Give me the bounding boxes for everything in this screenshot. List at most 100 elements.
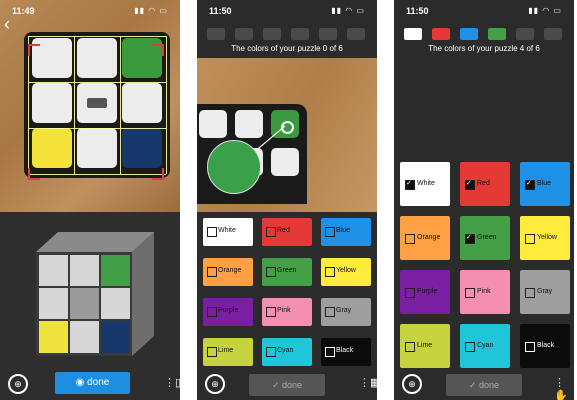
checkbox[interactable] bbox=[266, 347, 276, 357]
scan-grid-line bbox=[74, 36, 75, 174]
color-option-yellow[interactable]: Yellow bbox=[321, 258, 371, 286]
signal-icons: ▮▮ ◠ ▭ bbox=[528, 6, 562, 15]
color-option-red[interactable]: Red bbox=[460, 162, 510, 206]
cube-3d-preview[interactable] bbox=[30, 226, 154, 356]
color-option-gray[interactable]: Gray bbox=[321, 298, 371, 326]
done-label: done bbox=[87, 377, 110, 388]
color-label: Black bbox=[336, 347, 354, 354]
color-option-black[interactable]: Black bbox=[520, 324, 570, 368]
sticker bbox=[122, 83, 162, 123]
done-label: done bbox=[479, 380, 500, 390]
color-option-blue[interactable]: Blue bbox=[321, 218, 371, 246]
zoom-icon[interactable]: ⊕ bbox=[8, 374, 28, 394]
back-arrow-icon[interactable]: ‹ bbox=[4, 14, 10, 35]
center-sticker-logo bbox=[77, 83, 117, 123]
zoom-icon[interactable]: ⊕ bbox=[402, 374, 422, 394]
sticker bbox=[77, 128, 117, 168]
checkbox[interactable] bbox=[525, 342, 535, 352]
color-setup-progress-screen: 11:50 ▮▮ ◠ ▭ The colors of your puzzle 4… bbox=[394, 0, 574, 400]
checkbox[interactable] bbox=[325, 227, 335, 237]
checkbox[interactable] bbox=[207, 227, 217, 237]
checkbox[interactable] bbox=[266, 267, 276, 277]
scan-corner bbox=[28, 44, 40, 56]
color-label: Cyan bbox=[477, 342, 494, 349]
checked-checkbox[interactable] bbox=[525, 179, 535, 190]
sticker bbox=[122, 128, 162, 168]
color-swatch bbox=[516, 28, 534, 40]
color-option-lime[interactable]: Lime bbox=[400, 324, 450, 368]
puzzle-colors-heading: The colors of your puzzle 4 of 6 bbox=[428, 44, 540, 53]
scan-grid-line bbox=[120, 36, 121, 174]
sample-target-icon[interactable] bbox=[281, 121, 294, 134]
color-option-red[interactable]: Red bbox=[262, 218, 312, 246]
color-option-lime[interactable]: Lime bbox=[203, 338, 253, 366]
cube-face-photo bbox=[24, 32, 170, 178]
checked-checkbox[interactable] bbox=[465, 233, 475, 244]
checkbox[interactable] bbox=[525, 234, 535, 244]
scan-grid-line bbox=[28, 36, 166, 37]
menu-icon[interactable]: ⋮▯ bbox=[164, 376, 180, 389]
done-button-disabled[interactable]: ✓ done bbox=[446, 374, 522, 396]
hand-menu-icon[interactable]: ⋮✋ bbox=[554, 376, 574, 400]
color-option-purple[interactable]: Purple bbox=[203, 298, 253, 326]
color-label: Yellow bbox=[537, 234, 557, 241]
color-label: Red bbox=[277, 227, 290, 234]
zoom-icon[interactable]: ⊕ bbox=[205, 374, 225, 394]
checkbox[interactable] bbox=[207, 267, 217, 277]
color-option-white[interactable]: White bbox=[400, 162, 450, 206]
color-option-blue[interactable]: Blue bbox=[520, 162, 570, 206]
checkbox[interactable] bbox=[325, 307, 335, 317]
checkbox[interactable] bbox=[325, 347, 335, 357]
color-option-white[interactable]: White bbox=[203, 218, 253, 246]
color-option-green[interactable]: Green bbox=[460, 216, 510, 260]
color-option-purple[interactable]: Purple bbox=[400, 270, 450, 314]
scan-grid-line bbox=[28, 128, 166, 129]
color-label: White bbox=[417, 180, 435, 187]
checkbox[interactable] bbox=[207, 307, 217, 317]
sticker bbox=[32, 128, 72, 168]
color-option-orange[interactable]: Orange bbox=[203, 258, 253, 286]
scan-corner bbox=[28, 168, 40, 180]
color-label: Red bbox=[477, 180, 490, 187]
checkbox[interactable] bbox=[465, 288, 475, 298]
signal-icons: ▮▮ ◠ ▭ bbox=[134, 6, 168, 15]
color-label: Orange bbox=[218, 267, 242, 274]
color-option-pink[interactable]: Pink bbox=[460, 270, 510, 314]
color-swatch bbox=[432, 28, 450, 40]
color-option-black[interactable]: Black bbox=[321, 338, 371, 366]
color-label: White bbox=[218, 227, 236, 234]
done-button[interactable]: ◉ done bbox=[55, 372, 130, 394]
scan-grid-line bbox=[28, 36, 29, 174]
color-option-orange[interactable]: Orange bbox=[400, 216, 450, 260]
checkbox[interactable] bbox=[405, 234, 415, 244]
color-option-cyan[interactable]: Cyan bbox=[460, 324, 510, 368]
checkbox[interactable] bbox=[325, 267, 335, 277]
color-swatch bbox=[460, 28, 478, 40]
color-swatch bbox=[544, 28, 562, 40]
checked-checkbox[interactable] bbox=[405, 179, 415, 190]
checkbox[interactable] bbox=[405, 288, 415, 298]
checkbox[interactable] bbox=[405, 342, 415, 352]
sticker bbox=[32, 83, 72, 123]
check-icon: ✓ bbox=[468, 380, 479, 390]
done-label: done bbox=[282, 380, 303, 390]
color-label: Lime bbox=[417, 342, 433, 349]
checkbox[interactable] bbox=[266, 227, 276, 237]
checked-checkbox[interactable] bbox=[465, 179, 475, 190]
color-option-gray[interactable]: Gray bbox=[520, 270, 570, 314]
done-button-disabled[interactable]: ✓ done bbox=[249, 374, 325, 396]
color-option-pink[interactable]: Pink bbox=[262, 298, 312, 326]
color-option-yellow[interactable]: Yellow bbox=[520, 216, 570, 260]
color-loupe bbox=[207, 140, 261, 194]
checkbox[interactable] bbox=[465, 342, 475, 352]
checkbox[interactable] bbox=[525, 288, 535, 298]
checkbox[interactable] bbox=[266, 307, 276, 317]
color-option-cyan[interactable]: Cyan bbox=[262, 338, 312, 366]
color-label: Orange bbox=[417, 234, 441, 241]
color-label: Purple bbox=[417, 288, 438, 295]
color-label: Black bbox=[537, 342, 555, 349]
menu-icon[interactable]: ⋮▦ bbox=[359, 376, 377, 389]
color-option-green[interactable]: Green bbox=[262, 258, 312, 286]
checkbox[interactable] bbox=[207, 347, 217, 357]
status-time: 11:49 bbox=[12, 6, 35, 16]
